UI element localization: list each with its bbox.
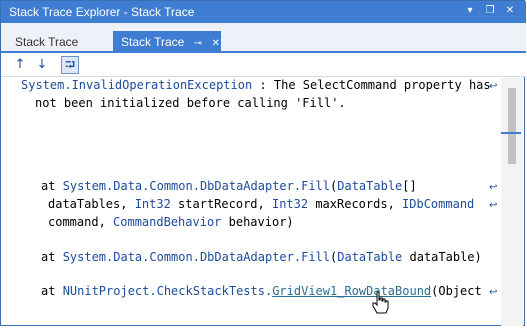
frame2-line: at System.Data.Common.DbDataAdapter.Fill… [41, 250, 482, 264]
stack-trace-content: System.InvalidOperationException : The S… [1, 78, 501, 326]
window-title: Stack Trace Explorer - Stack Trace [9, 5, 195, 19]
frame1-line-3: command, CommandBehavior behavior) [48, 215, 294, 229]
exception-line-1: System.InvalidOperationException : The S… [21, 78, 491, 92]
exception-message: The SelectCommand property has [273, 78, 491, 92]
window-dropdown-icon[interactable]: ▾ [463, 4, 477, 18]
scrollbar-marker [501, 132, 521, 134]
hand-cursor-icon [372, 291, 389, 314]
type-name: CommandBehavior [113, 215, 222, 229]
at-keyword: at [41, 284, 63, 298]
restore-icon[interactable]: ❐ [483, 4, 497, 18]
arg-text: (Object [431, 284, 482, 298]
frame1-line-1: at System.Data.Common.DbDataAdapter.Fill… [41, 179, 417, 193]
stack-trace-window: Stack Trace Explorer - Stack Trace ▾ ❐ ✕… [0, 0, 526, 326]
tab-stack-trace-1[interactable]: Stack Trace [7, 31, 86, 53]
arg-text: behavior) [221, 215, 294, 229]
type-name: Int32 [134, 197, 171, 211]
arrow-down-icon[interactable]: ↓ [33, 56, 51, 74]
tab-close-icon[interactable]: ✕ [211, 33, 219, 55]
wrap-indicator-icon: ↩ [489, 200, 498, 211]
frame2-method[interactable]: Fill [301, 250, 330, 264]
frame1-method[interactable]: Fill [301, 179, 330, 193]
frame1-namespace: System.Data.Common.DbDataAdapter. [62, 179, 302, 193]
arg-text: dataTables, [48, 197, 135, 211]
exception-type: System.InvalidOperationException [21, 78, 253, 92]
tab-label: Stack Trace [121, 35, 185, 49]
arg-text: startRecord, [170, 197, 272, 211]
toolbar: ↑ ↓ ⮒ [1, 53, 526, 77]
word-wrap-toggle-icon[interactable]: ⮒ [61, 56, 79, 74]
title-bar: Stack Trace Explorer - Stack Trace ▾ ❐ ✕ [1, 1, 526, 23]
brackets: [] [402, 179, 417, 193]
tab-strip: Stack Trace Stack Trace ⊸ ✕ [1, 23, 526, 53]
frame3-namespace: NUnitProject.CheckStackTests. [62, 284, 273, 298]
tab-stack-trace-2[interactable]: Stack Trace ⊸ ✕ [113, 31, 221, 53]
type-name: Int32 [271, 197, 309, 211]
scrollbar-thumb[interactable] [508, 88, 516, 164]
frame1-line-2: dataTables, Int32 startRecord, Int32 max… [48, 197, 474, 211]
frame3-method-link[interactable]: GridView1_RowDataBound [272, 284, 431, 298]
type-name: DataTable [337, 250, 403, 264]
arg-text: command, [48, 215, 114, 229]
vertical-scrollbar[interactable] [501, 78, 523, 326]
at-keyword: at [41, 250, 63, 264]
tab-label: Stack Trace [15, 35, 79, 49]
wrap-indicator-icon: ↩ [489, 81, 498, 92]
wrap-indicator-icon: ↩ [489, 182, 498, 193]
separator: : [252, 78, 274, 92]
arg-text: maxRecords, [308, 197, 403, 211]
arrow-up-icon[interactable]: ↑ [11, 56, 29, 74]
pin-icon[interactable]: ⊸ [194, 33, 202, 55]
arg-text: dataTable) [402, 250, 482, 264]
at-keyword: at [41, 179, 63, 193]
frame3-line: at NUnitProject.CheckStackTests.GridView… [41, 284, 482, 298]
type-name: DataTable [337, 179, 403, 193]
close-icon[interactable]: ✕ [503, 4, 517, 18]
frame2-namespace: System.Data.Common.DbDataAdapter. [62, 250, 302, 264]
type-name: IDbCommand [402, 197, 475, 211]
exception-line-2: not been initialized before calling 'Fil… [35, 96, 346, 110]
wrap-indicator-icon: ↩ [489, 287, 498, 298]
